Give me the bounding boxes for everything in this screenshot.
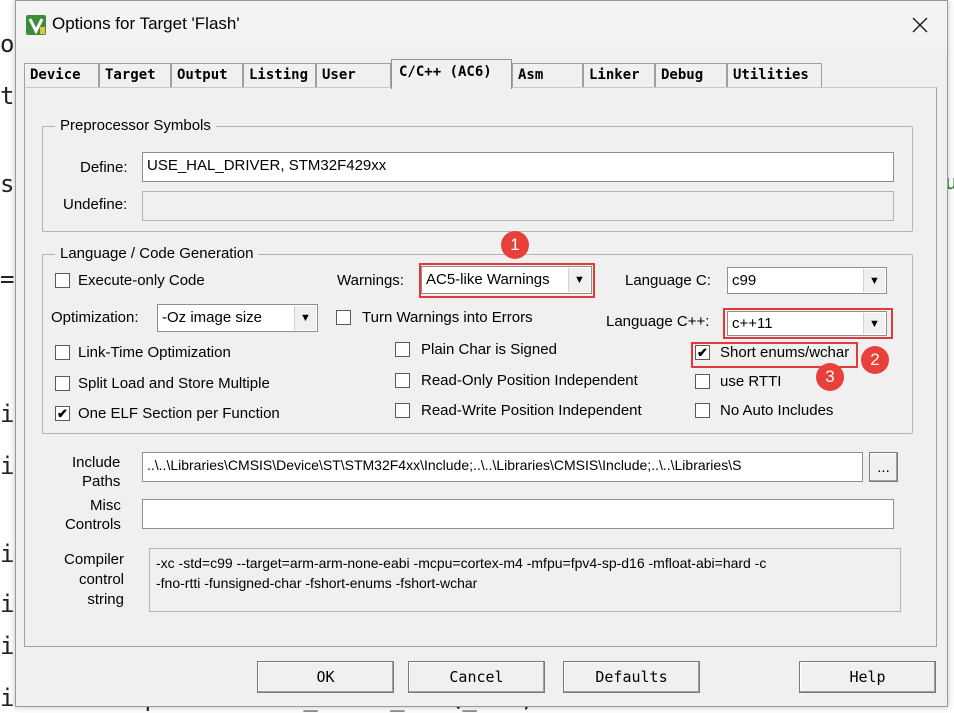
rwpi-checkbox[interactable]: [395, 403, 410, 418]
defaults-button[interactable]: Defaults: [563, 661, 700, 693]
annotation-highlight-warnings: [419, 263, 595, 298]
include-paths-input[interactable]: ..\..\Libraries\CMSIS\Device\ST\STM32F4x…: [142, 452, 863, 482]
background-code-fragment: i: [0, 632, 15, 660]
tab-target[interactable]: Target: [99, 63, 171, 87]
misc-controls-label: Misc Controls: [64, 496, 121, 534]
compiler-label-line3: string: [87, 591, 124, 608]
define-input[interactable]: USE_HAL_DRIVER, STM32F429xx: [142, 152, 894, 182]
ropi-label: Read-Only Position Independent: [421, 372, 638, 389]
background-code-fragment: i: [0, 400, 15, 428]
lto-label: Link-Time Optimization: [78, 344, 231, 361]
execute-only-checkbox[interactable]: [55, 273, 70, 288]
undefine-input[interactable]: [142, 191, 894, 221]
use-rtti-checkbox[interactable]: [695, 374, 710, 389]
plain-char-checkbox[interactable]: [395, 342, 410, 357]
compiler-control-label: Compiler control string: [62, 550, 124, 610]
background-code-fragment: i: [0, 540, 15, 568]
include-label-line1: Include: [71, 454, 121, 471]
turn-warnings-checkbox[interactable]: [336, 310, 351, 325]
chevron-down-icon[interactable]: ▼: [294, 306, 316, 330]
tab-debug[interactable]: Debug: [655, 63, 727, 87]
options-dialog: Options for Target 'Flash' Device Target…: [15, 0, 948, 707]
lto-checkbox[interactable]: [55, 345, 70, 360]
background-code-fragment: o: [0, 30, 15, 58]
one-elf-label: One ELF Section per Function: [78, 405, 280, 422]
include-paths-label: Include Paths: [70, 453, 120, 491]
optimization-label: Optimization:: [51, 309, 139, 326]
language-c-value: c99: [732, 272, 757, 289]
language-c-label: Language C:: [625, 272, 711, 289]
tab-listing[interactable]: Listing: [243, 63, 316, 87]
turn-warnings-label: Turn Warnings into Errors: [362, 309, 533, 326]
misc-label-line2: Controls: [64, 516, 121, 533]
use-rtti-label: use RTTI: [720, 373, 782, 390]
language-c-select[interactable]: c99 ▼: [727, 267, 887, 294]
define-label: Define:: [80, 159, 128, 176]
misc-controls-input[interactable]: [142, 499, 894, 529]
background-code-fragment: s: [0, 170, 15, 198]
background-code-fragment: i: [0, 452, 15, 480]
include-browse-button[interactable]: ...: [869, 452, 898, 482]
window-title: Options for Target 'Flash': [52, 14, 240, 33]
background-code-fragment: =: [0, 265, 15, 293]
tab-linker[interactable]: Linker: [583, 63, 655, 87]
compiler-string-line1: -xc -std=c99 --target=arm-arm-none-eabi …: [156, 555, 767, 571]
compiler-label-line1: Compiler: [63, 551, 124, 568]
ropi-checkbox[interactable]: [395, 373, 410, 388]
misc-label-line1: Misc: [90, 497, 121, 514]
annotation-badge-2: 2: [861, 346, 889, 374]
tab-output[interactable]: Output: [171, 63, 243, 87]
optimization-value: -Oz image size: [162, 309, 263, 326]
annotation-badge-1: 1: [501, 231, 529, 259]
help-button[interactable]: Help: [799, 661, 936, 693]
compiler-label-line2: control: [78, 571, 124, 588]
close-button[interactable]: [893, 1, 947, 49]
tab-cc-ac6[interactable]: C/C++ (AC6): [391, 59, 512, 89]
warnings-label: Warnings:: [337, 272, 404, 289]
annotation-highlight-language-cpp: [723, 308, 893, 339]
compiler-control-string: -xc -std=c99 --target=arm-arm-none-eabi …: [149, 548, 901, 612]
tab-utilities[interactable]: Utilities: [727, 63, 822, 87]
split-load-label: Split Load and Store Multiple: [78, 375, 270, 392]
rwpi-label: Read-Write Position Independent: [421, 402, 642, 419]
one-elf-checkbox[interactable]: ✔: [55, 406, 70, 421]
compiler-string-line2: -fno-rtti -funsigned-char -fshort-enums …: [156, 575, 478, 591]
undefine-label: Undefine:: [63, 196, 128, 213]
ok-button[interactable]: OK: [257, 661, 394, 693]
background-code-fragment: i: [0, 590, 15, 618]
tab-user[interactable]: User: [316, 63, 391, 87]
preprocessor-legend: Preprocessor Symbols: [55, 117, 216, 134]
language-cpp-label: Language C++:: [606, 313, 710, 330]
tab-device[interactable]: Device: [24, 63, 99, 87]
annotation-badge-3: 3: [816, 363, 844, 391]
cancel-button[interactable]: Cancel: [408, 661, 545, 693]
tab-asm[interactable]: Asm: [512, 63, 583, 87]
execute-only-label: Execute-only Code: [78, 272, 205, 289]
keil-app-icon: [26, 15, 46, 35]
plain-char-label: Plain Char is Signed: [421, 341, 557, 358]
language-legend: Language / Code Generation: [55, 245, 259, 262]
no-auto-includes-label: No Auto Includes: [720, 402, 834, 419]
chevron-down-icon[interactable]: ▼: [863, 269, 885, 292]
title-bar: Options for Target 'Flash': [16, 1, 947, 49]
close-icon: [912, 17, 928, 33]
optimization-select[interactable]: -Oz image size ▼: [157, 304, 318, 332]
split-load-checkbox[interactable]: [55, 376, 70, 391]
no-auto-includes-checkbox[interactable]: [695, 403, 710, 418]
include-label-line2: Paths: [82, 473, 121, 490]
background-code-fragment: t: [0, 82, 15, 110]
